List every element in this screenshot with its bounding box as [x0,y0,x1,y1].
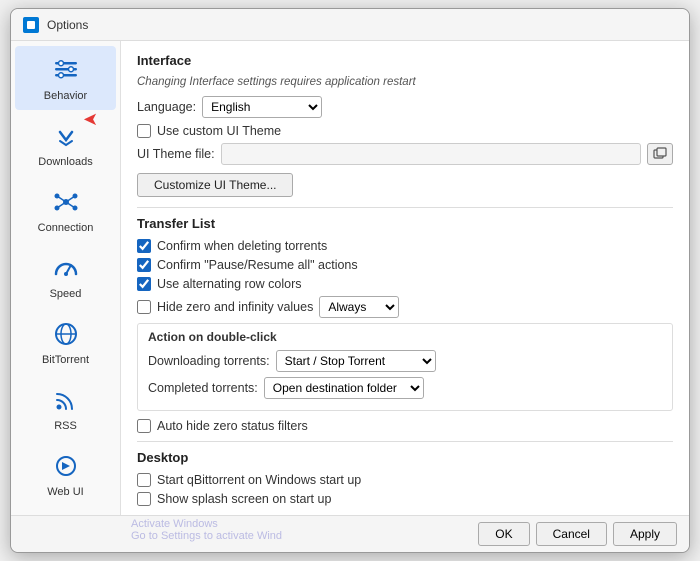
ui-theme-file-row: UI Theme file: [137,143,673,165]
alternating-colors-row: Use alternating row colors [137,277,673,291]
sidebar-wrapper: Behavior Downloads [11,41,121,515]
apply-button[interactable]: Apply [613,522,677,546]
language-row: Language: English [137,96,673,118]
downloading-label: Downloading torrents: [148,354,270,368]
sidebar-item-advanced[interactable]: Advanced [15,508,116,515]
alternating-colors-label[interactable]: Use alternating row colors [157,277,302,291]
confirm-pause-checkbox[interactable] [137,258,151,272]
auto-hide-row: Auto hide zero status filters [137,419,673,433]
transfer-list-section-title: Transfer List [137,216,673,235]
desktop-section-title: Desktop [137,450,673,469]
sidebar-label-connection: Connection [38,222,94,234]
activate-watermark: Activate WindowsGo to Settings to activa… [131,518,282,542]
interface-notice: Changing Interface settings requires app… [137,76,673,88]
completed-torrents-row: Completed torrents: Open destination fol… [148,377,662,399]
sidebar-item-rss[interactable]: RSS [15,376,116,440]
start-qbittorrent-label[interactable]: Start qBittorrent on Windows start up [157,473,361,487]
downloading-torrents-row: Downloading torrents: Start / Stop Torre… [148,350,662,372]
custom-theme-row: Use custom UI Theme [137,124,673,138]
sidebar-item-downloads[interactable]: Downloads [15,112,116,176]
show-splash-row: Show splash screen on start up [137,492,673,506]
interface-section-title: Interface [137,53,673,72]
sidebar-label-behavior: Behavior [44,90,87,102]
theme-file-field[interactable] [221,143,641,165]
custom-theme-label[interactable]: Use custom UI Theme [157,124,281,138]
content-area: Behavior Downloads [11,41,689,515]
downloading-select[interactable]: Start / Stop Torrent [276,350,436,372]
hide-zero-checkbox[interactable] [137,300,151,314]
sidebar-item-speed[interactable]: Speed [15,244,116,308]
ok-button[interactable]: OK [478,522,529,546]
completed-select[interactable]: Open destination folder [264,377,424,399]
language-select[interactable]: English [202,96,322,118]
start-qbittorrent-row: Start qBittorrent on Windows start up [137,473,673,487]
speed-icon [50,252,82,284]
divider-2 [137,441,673,442]
sidebar: Behavior Downloads [11,41,121,515]
hide-zero-select[interactable]: Always [319,296,399,318]
app-icon [23,17,39,33]
sidebar-label-rss: RSS [54,420,77,432]
confirm-pause-label[interactable]: Confirm "Pause/Resume all" actions [157,258,358,272]
auto-hide-label[interactable]: Auto hide zero status filters [157,419,308,433]
behavior-icon [50,54,82,86]
show-splash-label[interactable]: Show splash screen on start up [157,492,331,506]
browse-button[interactable] [647,143,673,165]
confirm-pause-row: Confirm "Pause/Resume all" actions [137,258,673,272]
auto-hide-checkbox[interactable] [137,419,151,433]
sidebar-label-webui: Web UI [47,486,83,498]
confirm-delete-label[interactable]: Confirm when deleting torrents [157,239,327,253]
main-panel: Interface Changing Interface settings re… [121,41,689,515]
ui-theme-file-label: UI Theme file: [137,147,215,161]
start-qbittorrent-checkbox[interactable] [137,473,151,487]
sidebar-item-webui[interactable]: Web UI [15,442,116,506]
confirm-delete-checkbox[interactable] [137,239,151,253]
cancel-button[interactable]: Cancel [536,522,607,546]
sidebar-item-bittorrent[interactable]: BitTorrent [15,310,116,374]
sidebar-item-behavior[interactable]: Behavior [15,46,116,110]
sidebar-label-downloads: Downloads [38,156,92,168]
connection-icon [50,186,82,218]
customize-theme-button[interactable]: Customize UI Theme... [137,173,293,197]
confirm-delete-row: Confirm when deleting torrents [137,239,673,253]
bittorrent-icon [50,318,82,350]
show-splash-checkbox[interactable] [137,492,151,506]
title-bar: Options [11,9,689,41]
rss-icon [50,384,82,416]
hide-zero-row: Hide zero and infinity values Always [137,296,673,318]
action-double-click-section: Action on double-click Downloading torre… [137,323,673,411]
webui-icon [50,450,82,482]
window-title: Options [47,18,88,32]
divider-1 [137,207,673,208]
options-window: Options Behavior [10,8,690,553]
hide-zero-label[interactable]: Hide zero and infinity values [157,300,313,314]
language-label: Language: [137,100,196,114]
sidebar-label-bittorrent: BitTorrent [42,354,89,366]
sidebar-label-speed: Speed [50,288,82,300]
alternating-colors-checkbox[interactable] [137,277,151,291]
footer: Activate WindowsGo to Settings to activa… [11,515,689,552]
completed-label: Completed torrents: [148,381,258,395]
downloads-icon [50,120,82,152]
sidebar-item-connection[interactable]: Connection [15,178,116,242]
custom-theme-checkbox[interactable] [137,124,151,138]
action-double-click-title: Action on double-click [148,330,662,344]
